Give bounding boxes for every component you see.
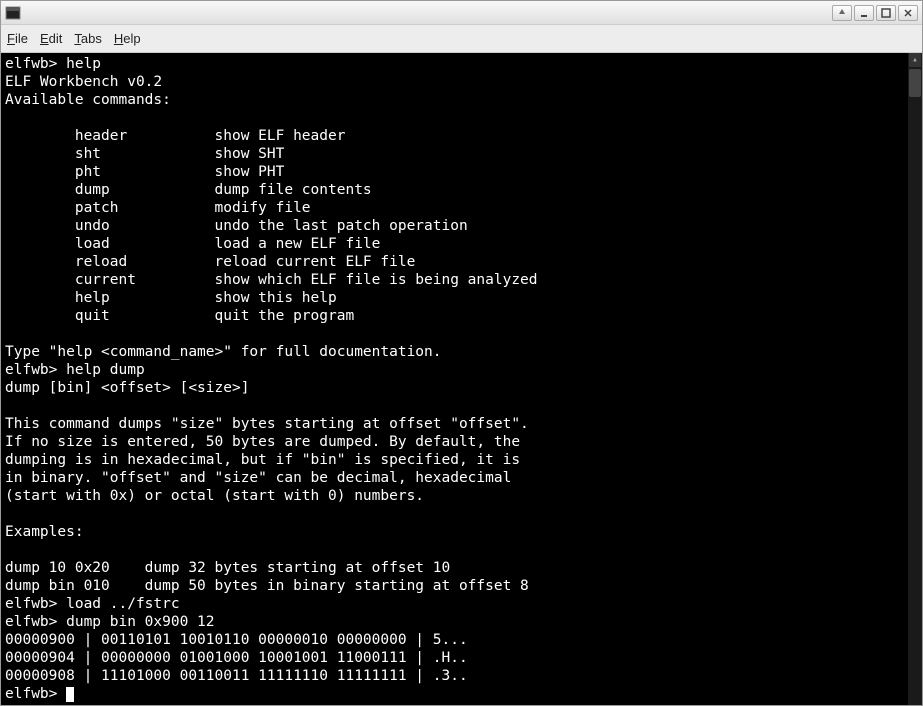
titlebar[interactable] [1,1,922,25]
terminal-content: elfwb> help ELF Workbench v0.2 Available… [5,56,538,684]
prompt-line: elfwb> [5,686,74,702]
always-on-top-button[interactable] [832,5,852,21]
cursor-block [66,687,74,702]
minimize-button[interactable] [854,5,874,21]
menu-tabs[interactable]: Tabs [74,31,101,46]
scroll-up-arrow-icon[interactable]: ▴ [909,53,921,67]
menu-edit[interactable]: Edit [40,31,62,46]
terminal-window: File Edit Tabs Help elfwb> help ELF Work… [0,0,923,706]
menu-help[interactable]: Help [114,31,141,46]
close-button[interactable] [898,5,918,21]
app-icon [5,5,21,21]
menubar: File Edit Tabs Help [1,25,922,53]
terminal-viewport[interactable]: elfwb> help ELF Workbench v0.2 Available… [1,53,922,705]
scroll-thumb[interactable] [909,69,921,97]
maximize-button[interactable] [876,5,896,21]
menu-file[interactable]: File [7,31,28,46]
scrollbar[interactable]: ▴ [908,53,922,705]
